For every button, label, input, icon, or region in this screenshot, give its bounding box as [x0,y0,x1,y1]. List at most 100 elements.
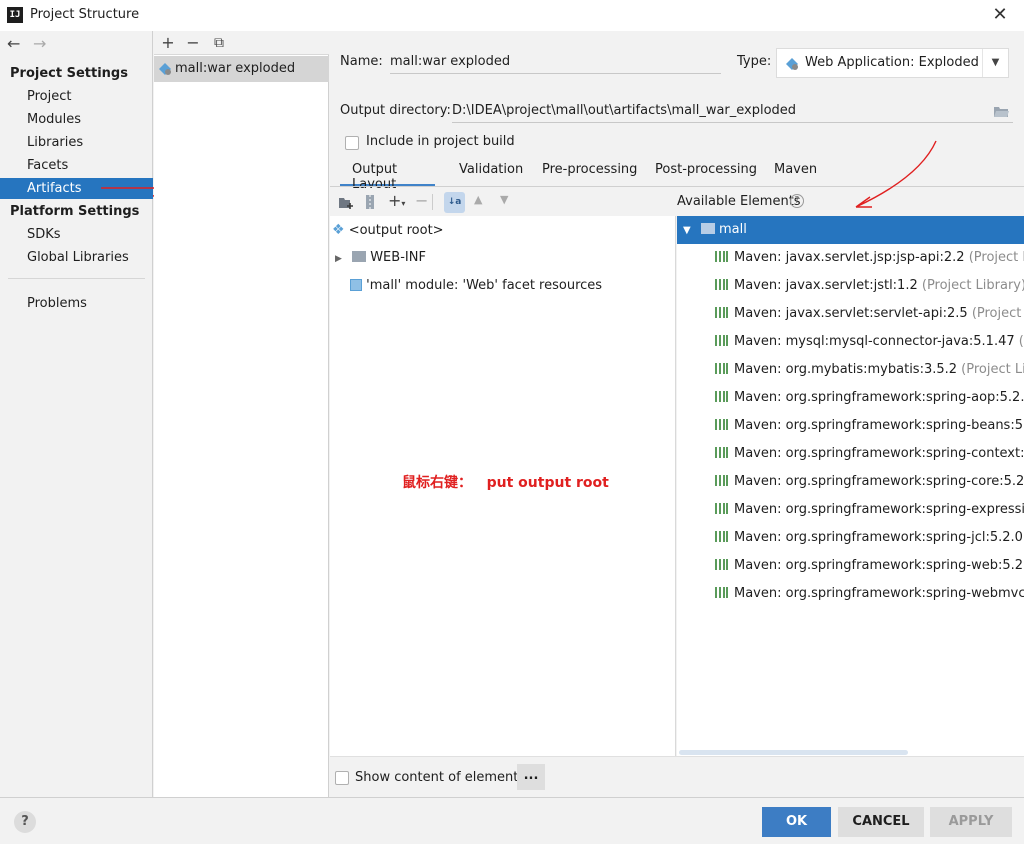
annotation-arrow-right [855,140,937,208]
bottom-options: Show content of elements ... [330,756,1024,797]
annotation-text: 鼠标右键： put output root [402,475,609,491]
library-icon [715,475,728,486]
library-item[interactable]: Maven: org.springframework:spring-jcl:5.… [715,524,1024,552]
library-icon [715,279,728,290]
move-up-icon[interactable]: ▲ [474,193,482,206]
type-select[interactable]: Web Application: Exploded ▼ [776,48,1009,78]
chevron-down-icon[interactable]: ▼ [982,49,1008,77]
nav-divider [8,278,145,279]
archive-icon[interactable] [364,194,376,210]
tab-post-processing[interactable]: Post-processing [655,162,757,187]
artifact-item[interactable]: mall:war exploded [154,56,329,82]
tree-row-mall[interactable]: ▼ mall [677,216,1024,244]
include-build-label: Include in project build [366,134,515,149]
library-icon [715,391,728,402]
web-app-icon [786,58,798,70]
library-icon [715,251,728,262]
type-label: Type: [737,54,772,69]
more-button[interactable]: ... [517,764,545,790]
tab-maven[interactable]: Maven [774,162,817,187]
window-title: Project Structure [30,7,140,22]
collapse-icon[interactable]: ▼ [683,225,691,236]
tab-validation[interactable]: Validation [459,162,523,187]
library-icon [715,335,728,346]
nav-item-modules[interactable]: Modules [0,109,153,130]
expand-icon[interactable]: ▶ [335,254,342,264]
sort-icon[interactable]: ↓a [444,192,465,213]
library-item[interactable]: Maven: org.springframework:spring-webmvc… [715,580,1024,608]
output-layout-tree: ❖ <output root> ▶ WEB-INF 'mall' module:… [330,216,676,756]
nav-item-project[interactable]: Project [0,86,153,107]
artifact-list-panel: + − ⧉ mall:war exploded [154,31,329,797]
folder-browse-icon[interactable] [993,104,1009,118]
library-item[interactable]: Maven: org.springframework:spring-core:5… [715,468,1024,496]
library-icon [715,559,728,570]
type-select-value: Web Application: Exploded [805,55,979,70]
library-item[interactable]: Maven: org.mybatis:mybatis:3.5.2 (Projec… [715,356,1024,384]
dialog-footer: ? OK CANCEL APPLY [0,797,1024,844]
toolbar-separator [432,194,433,210]
output-dir-label: Output directory: [340,103,451,118]
library-item[interactable]: Maven: org.springframework:spring-beans:… [715,412,1024,440]
project-settings-header: Project Settings [10,66,128,81]
library-item[interactable]: Maven: org.springframework:spring-aop:5.… [715,384,1024,412]
ok-button[interactable]: OK [762,807,831,837]
tab-pre-processing[interactable]: Pre-processing [542,162,637,187]
library-item[interactable]: Maven: javax.servlet.jsp:jsp-api:2.2 (Pr… [715,244,1024,272]
library-icon [715,531,728,542]
add-icon[interactable]: + [158,33,178,53]
help-button[interactable]: ? [14,811,36,833]
tab-output-layout[interactable]: Output Layout [340,162,435,192]
library-icon [715,503,728,514]
move-down-icon[interactable]: ▼ [500,193,508,206]
remove-icon[interactable]: − [183,33,203,53]
nav-item-libraries[interactable]: Libraries [0,132,153,153]
library-icon [715,419,728,430]
apply-button[interactable]: APPLY [930,807,1012,837]
remove-element-icon[interactable]: − [415,191,428,210]
library-icon [715,307,728,318]
copy-icon[interactable]: ⧉ [209,33,229,53]
nav-item-facets[interactable]: Facets [0,155,153,176]
artifact-settings: Name: mall:war exploded Type: Web Applic… [330,31,1024,797]
intellij-logo-icon: IJ [7,7,23,23]
close-button[interactable]: ✕ [986,3,1014,27]
tree-row-web-facet[interactable]: 'mall' module: 'Web' facet resources [350,272,602,300]
library-item[interactable]: Maven: org.springframework:spring-web:5.… [715,552,1024,580]
library-icon [715,587,728,598]
nav-item-sdks[interactable]: SDKs [0,224,153,245]
cancel-button[interactable]: CANCEL [838,807,924,837]
output-root-icon: ❖ [332,222,345,238]
library-item[interactable]: Maven: mysql:mysql-connector-java:5.1.47… [715,328,1024,356]
artifact-toolbar: + − ⧉ [154,31,329,55]
layout-toolbar: +▾ − ↓a ▲ ▼ [330,188,677,216]
add-element-icon[interactable]: +▾ [388,191,405,210]
include-build-checkbox[interactable] [345,136,359,150]
show-content-label: Show content of elements [355,770,526,785]
show-content-checkbox[interactable] [335,771,349,785]
library-icon [715,447,728,458]
settings-nav: ← → Project Settings Project Modules Lib… [0,31,153,797]
title-bar: IJ Project Structure ✕ [0,0,1024,31]
tree-row-output-root[interactable]: ❖ <output root> [332,216,444,244]
help-icon[interactable]: ? [790,194,804,208]
web-facet-icon [350,279,362,291]
library-item[interactable]: Maven: javax.servlet:jstl:1.2 (Project L… [715,272,1024,300]
new-folder-icon[interactable] [338,195,354,209]
folder-icon [352,251,367,262]
library-item[interactable]: Maven: org.springframework:spring-contex… [715,440,1024,468]
artifact-item-label: mall:war exploded [175,61,296,76]
back-arrow-icon[interactable]: ← [7,34,20,53]
horizontal-scrollbar[interactable] [679,750,908,755]
library-item[interactable]: Maven: javax.servlet:servlet-api:2.5 (Pr… [715,300,1024,328]
available-elements-tree: ▼ mall Maven: javax.servlet.jsp:jsp-api:… [677,216,1024,756]
library-item[interactable]: Maven: org.springframework:spring-expres… [715,496,1024,524]
output-dir-input[interactable]: D:\IDEA\project\mall\out\artifacts\mall_… [452,99,1013,123]
platform-settings-header: Platform Settings [10,204,140,219]
nav-item-global-libraries[interactable]: Global Libraries [0,247,153,268]
name-input[interactable]: mall:war exploded [390,50,721,74]
nav-item-problems[interactable]: Problems [0,293,153,314]
tree-row-web-inf[interactable]: ▶ WEB-INF [335,244,426,272]
war-artifact-icon [159,63,171,75]
forward-arrow-icon[interactable]: → [33,34,46,53]
